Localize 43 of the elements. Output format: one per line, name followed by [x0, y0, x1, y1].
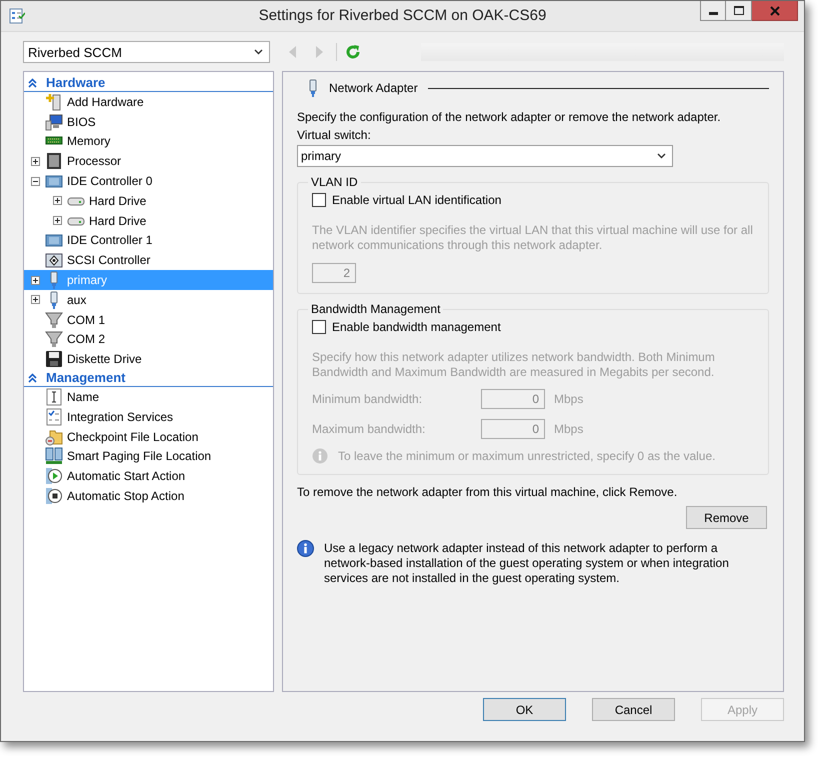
field-label: Minimum bandwidth:: [312, 392, 424, 406]
tree-item[interactable]: Processor: [24, 151, 273, 172]
tree-item[interactable]: IDE Controller 0: [24, 171, 273, 191]
tree-item[interactable]: Automatic Stop Action: [24, 486, 273, 506]
virtual-switch-label: Virtual switch:: [297, 128, 372, 142]
remove-text: To remove the network adapter from this virtual machine, click Remove.: [297, 485, 678, 499]
vlan-description: The VLAN identifier specifies the virtual LAN that this virtual machine will use for all network communications through this network adapter.: [312, 223, 754, 253]
remove-button[interactable]: Remove: [686, 506, 767, 529]
note-text: To leave the minimum or maximum unrestricted, specify 0 as the value.: [338, 449, 716, 463]
tree-item[interactable]: COM 1: [24, 310, 273, 330]
section-header[interactable]: Hardware: [24, 74, 273, 92]
intro-text: Specify the configuration of the network adapter or remove the network adapter.: [297, 110, 722, 124]
tree-item[interactable]: COM 2: [24, 330, 273, 350]
unit-label: Mbps: [554, 422, 584, 436]
dialog-button[interactable]: Cancel: [592, 698, 675, 721]
section-header[interactable]: Management: [24, 369, 273, 388]
group-title: Bandwidth Management: [310, 302, 442, 316]
panel-title: Network Adapter: [329, 81, 418, 95]
tree-item[interactable]: Integration Services: [24, 406, 273, 427]
tree-item[interactable]: Smart Paging File Location: [24, 446, 273, 466]
virtual-switch-dropdown[interactable]: primary: [297, 145, 673, 167]
dialog-button[interactable]: OK: [483, 698, 566, 721]
tree-item[interactable]: Name: [24, 387, 273, 407]
info-text: Use a legacy network adapter instead of this network adapter to perform a network-based installation of the guest operating system or when integration services are not installed in the guest operating system.: [324, 541, 729, 586]
tree-item[interactable]: IDE Controller 1: [24, 230, 273, 250]
bandwidth-description: Specify how this network adapter utilizes network bandwidth. Both Minimum Bandwidth and Maximum Bandwidth are measured in Megabits per second.: [312, 350, 716, 380]
window-title: Settings for Riverbed SCCM on OAK-CS69: [258, 7, 548, 24]
field-label: Maximum bandwidth:: [312, 422, 426, 436]
tree-item[interactable]: Add Hardware: [24, 92, 273, 112]
group-title: VLAN ID: [310, 175, 359, 189]
tree-item[interactable]: Automatic Start Action: [24, 466, 273, 486]
tree-item[interactable]: BIOS: [24, 112, 273, 132]
tree-item[interactable]: Checkpoint File Location: [24, 426, 273, 447]
checkbox-label: Enable bandwidth management: [332, 320, 501, 334]
tree-item[interactable]: Hard Drive: [24, 210, 273, 231]
checkbox-label: Enable virtual LAN identification: [332, 193, 502, 207]
tree-item[interactable]: Hard Drive: [24, 190, 273, 211]
tree-item[interactable]: aux: [24, 290, 273, 310]
unit-label: Mbps: [554, 392, 584, 406]
tree-item[interactable]: Memory: [24, 132, 273, 152]
tree-item[interactable]: Diskette Drive: [24, 349, 273, 370]
tree-item[interactable]: SCSI Controller: [24, 250, 273, 270]
vm-selector[interactable]: Riverbed SCCM: [23, 41, 270, 63]
